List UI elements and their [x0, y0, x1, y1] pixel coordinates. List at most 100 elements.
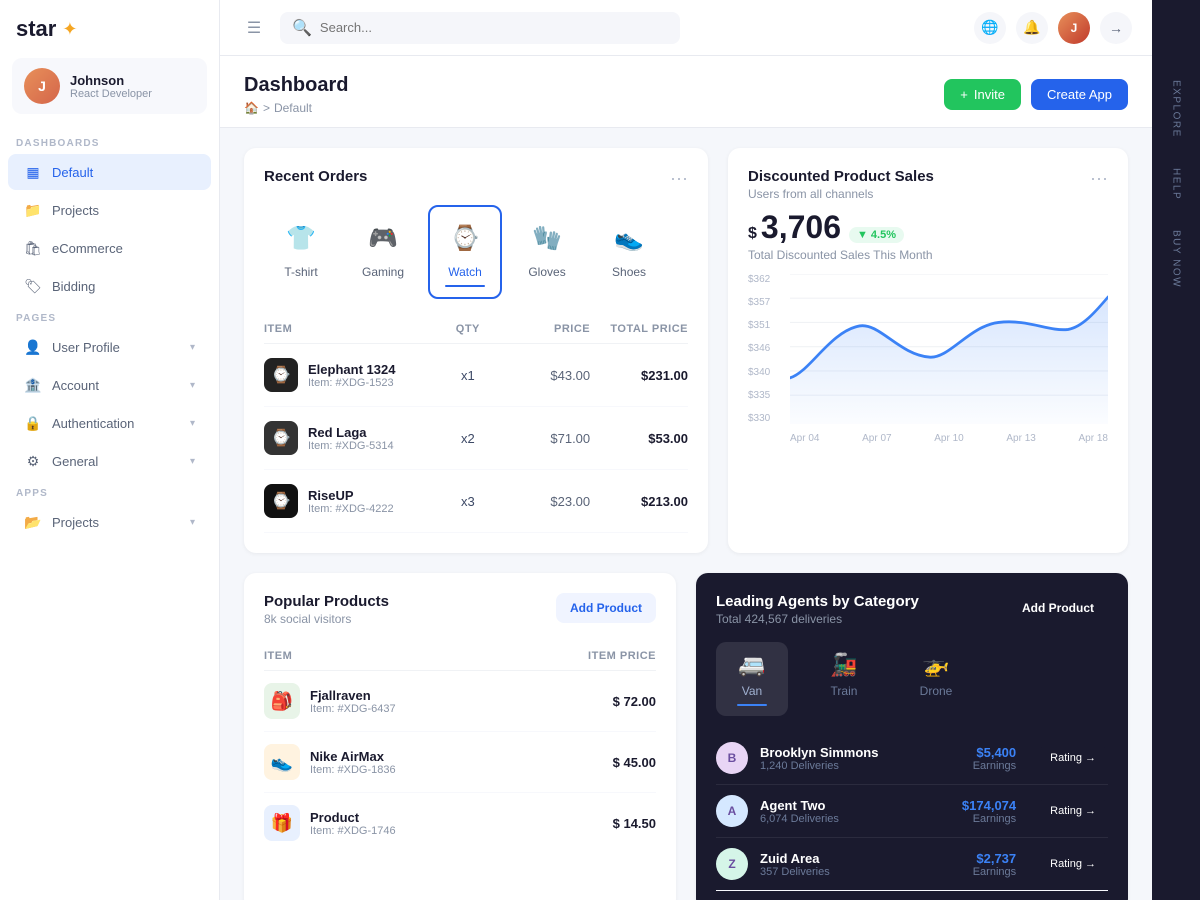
search-input[interactable]: [320, 20, 668, 35]
agent-avatar: A: [716, 795, 748, 827]
tab-label: T-shirt: [284, 265, 317, 279]
tab-label: Gaming: [362, 265, 404, 279]
explore-panel-item[interactable]: Explore: [1171, 80, 1182, 138]
sidebar-item-label: eCommerce: [52, 241, 195, 256]
item-total: $213.00: [590, 494, 688, 509]
add-product-button-2[interactable]: Add Product: [1008, 593, 1108, 623]
explore-label: Explore: [1171, 80, 1182, 138]
agent-avatar: B: [716, 742, 748, 774]
metric-value: 3,706: [761, 209, 841, 246]
col-item: ITEM: [264, 650, 525, 662]
plus-icon: +: [960, 87, 968, 102]
agent-name: Zuid Area: [760, 851, 924, 866]
agent-earnings: $5,400: [936, 745, 1016, 760]
agents-subtitle: Total 424,567 deliveries: [716, 612, 919, 626]
sidebar-item-account[interactable]: 🏦 Account ▾: [8, 367, 211, 403]
y-label: $346: [748, 343, 786, 354]
product-thumbnail: 👟: [264, 744, 300, 780]
earnings-label: Earnings: [936, 760, 1016, 772]
sidebar-item-general[interactable]: ⚙ General ▾: [8, 443, 211, 479]
tab-van[interactable]: 🚐 Van: [716, 642, 788, 716]
collapse-button[interactable]: ☰: [240, 14, 268, 42]
bottom-row: Popular Products 8k social visitors Add …: [220, 573, 1152, 900]
sidebar-item-apps-projects[interactable]: 📂 Projects ▾: [8, 504, 211, 540]
table-row: ⌚ Red LagaItem: #XDG-5314 x2 $71.00 $53.…: [264, 407, 688, 470]
recent-orders-card: Recent Orders ··· 👕 T-shirt 🎮 Gaming: [244, 148, 708, 553]
pages-label: PAGES: [0, 305, 219, 328]
x-label: Apr 18: [1079, 433, 1108, 444]
sidebar-item-user-profile[interactable]: 👤 User Profile ▾: [8, 329, 211, 365]
agent-deliveries: 357 Deliveries: [760, 866, 924, 878]
rating-button[interactable]: Rating →: [1038, 747, 1108, 769]
help-panel-item[interactable]: Help: [1171, 168, 1182, 200]
sidebar-item-label: Account: [52, 378, 180, 393]
more-options-button[interactable]: ···: [670, 168, 688, 189]
sidebar-item-authentication[interactable]: 🔒 Authentication ▾: [8, 405, 211, 441]
table-row: ⌚ RiseUPItem: #XDG-4222 x3 $23.00 $213.0…: [264, 470, 688, 533]
sidebar-item-projects[interactable]: 📁 Projects: [8, 192, 211, 228]
search-box: 🔍: [280, 12, 680, 44]
chevron-down-icon: ▾: [190, 342, 195, 353]
agent-name: Agent Two: [760, 798, 924, 813]
popular-products-subtitle: 8k social visitors: [264, 612, 389, 626]
gloves-icon: 🧤: [526, 217, 568, 259]
col-total: TOTAL PRICE: [590, 323, 688, 335]
apps-label: APPS: [0, 480, 219, 503]
item-sku: Item: #XDG-4222: [308, 503, 394, 515]
arrow-right-icon-button[interactable]: →: [1100, 12, 1132, 44]
gaming-icon: 🎮: [362, 217, 404, 259]
logo: star ✦: [0, 16, 219, 58]
tab-shoes[interactable]: 👟 Shoes: [592, 205, 666, 299]
shoes-icon: 👟: [608, 217, 650, 259]
topbar-right: 🌐 🔔 J →: [974, 12, 1132, 44]
table-row: ⌚ Elephant 1324Item: #XDG-1523 x1 $43.00…: [264, 344, 688, 407]
sidebar-item-ecommerce[interactable]: 🛍 eCommerce: [8, 230, 211, 266]
more-options-button[interactable]: ···: [1090, 168, 1108, 189]
tab-label: Gloves: [528, 265, 565, 279]
notification-icon-button[interactable]: 🔔: [1016, 12, 1048, 44]
topbar-avatar[interactable]: J: [1058, 12, 1090, 44]
breadcrumb-separator: >: [263, 101, 270, 115]
invite-button[interactable]: + Invite: [944, 79, 1021, 110]
sidebar-item-label: Projects: [52, 515, 180, 530]
sidebar-item-label: General: [52, 454, 180, 469]
metric-dollar: $: [748, 225, 757, 243]
add-product-button[interactable]: Add Product: [556, 593, 656, 623]
chevron-down-icon: ▾: [190, 456, 195, 467]
x-label: Apr 04: [790, 433, 819, 444]
globe-icon-button[interactable]: 🌐: [974, 12, 1006, 44]
logo-star: ✦: [62, 19, 77, 40]
popular-products-title: Popular Products: [264, 593, 389, 610]
tab-drone[interactable]: 🚁 Drone: [900, 642, 972, 716]
metric-badge: ▼ 4.5%: [849, 227, 904, 243]
avatar: J: [24, 68, 60, 104]
help-label: Help: [1171, 168, 1182, 200]
tab-gloves[interactable]: 🧤 Gloves: [510, 205, 584, 299]
item-thumbnail: ⌚: [264, 358, 298, 392]
buy-now-panel-item[interactable]: Buy now: [1171, 230, 1182, 288]
recent-orders-title: Recent Orders: [264, 168, 367, 185]
earnings-label: Earnings: [936, 813, 1016, 825]
metric-label: Total Discounted Sales This Month: [748, 248, 1108, 262]
chevron-down-icon: ▾: [190, 517, 195, 528]
tab-gaming[interactable]: 🎮 Gaming: [346, 205, 420, 299]
create-app-button[interactable]: Create App: [1031, 79, 1128, 110]
sidebar-item-bidding[interactable]: 🏷 Bidding: [8, 268, 211, 304]
sidebar-item-default[interactable]: ▦ Default: [8, 154, 211, 190]
drone-icon: 🚁: [922, 652, 949, 678]
item-name: Red Laga: [308, 425, 394, 440]
logo-text: star: [16, 16, 56, 42]
x-label: Apr 13: [1006, 433, 1035, 444]
rating-button[interactable]: Rating →: [1038, 853, 1108, 875]
sidebar-item-label: Bidding: [52, 279, 195, 294]
tab-tshirt[interactable]: 👕 T-shirt: [264, 205, 338, 299]
product-sku: Item: #XDG-1836: [310, 764, 396, 776]
rating-button[interactable]: Rating →: [1038, 800, 1108, 822]
item-thumbnail: ⌚: [264, 484, 298, 518]
tab-train[interactable]: 🚂 Train: [808, 642, 880, 716]
col-item: ITEM: [264, 323, 427, 335]
tab-watch[interactable]: ⌚ Watch: [428, 205, 502, 299]
account-icon: 🏦: [24, 376, 42, 394]
agent-earnings: $174,074: [936, 798, 1016, 813]
col-price: ITEM PRICE: [525, 650, 656, 662]
